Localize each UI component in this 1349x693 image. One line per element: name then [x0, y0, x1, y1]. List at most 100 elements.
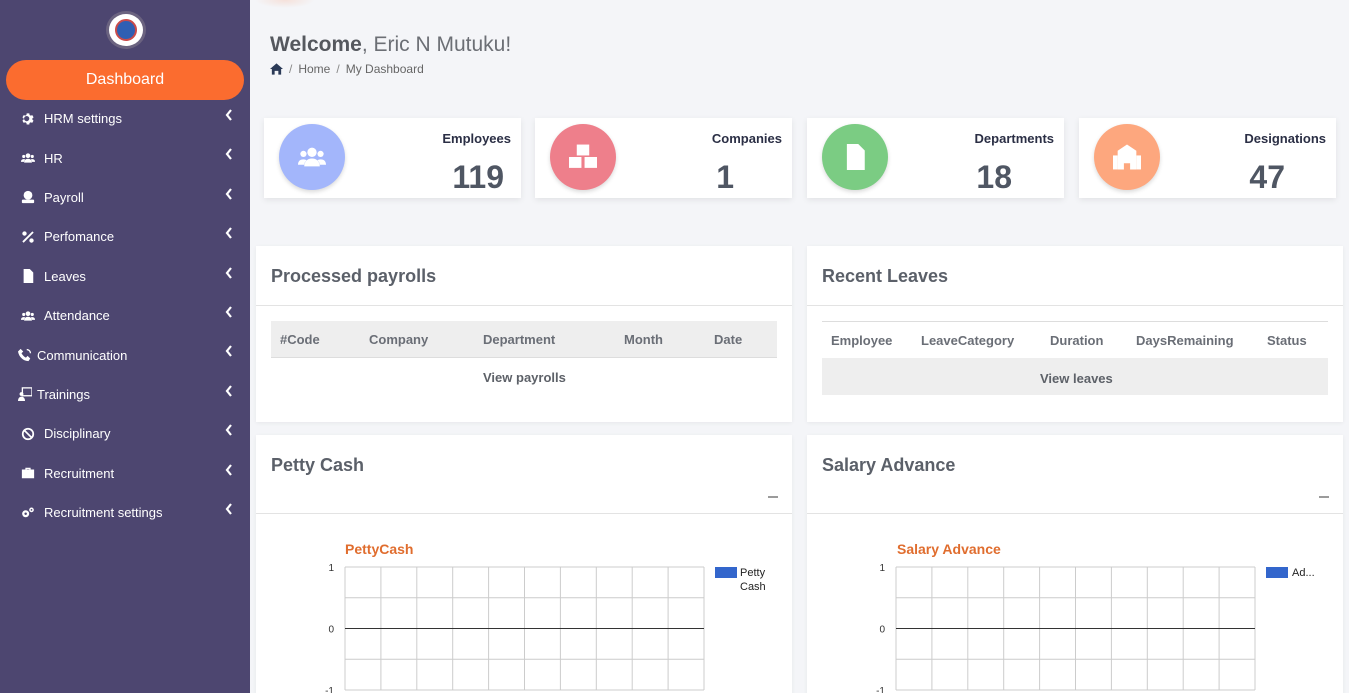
- column-header[interactable]: Date: [714, 332, 742, 347]
- divider: [256, 305, 792, 306]
- trainer-icon: [17, 387, 33, 402]
- sidebar-item-label: Attendance: [44, 308, 110, 324]
- sidebar-nav: HRM settings HR Payroll Perfomance Leave…: [0, 99, 250, 532]
- legend-label: Ad...: [1292, 567, 1315, 579]
- welcome-word: Welcome: [270, 33, 362, 56]
- welcome-user: , Eric N Mutuku!: [361, 33, 512, 56]
- breadcrumb-current: My Dashboard: [345, 62, 424, 76]
- sidebar-item-payroll[interactable]: Payroll: [0, 178, 250, 217]
- sidebar-item-recruitment-settings[interactable]: Recruitment settings: [0, 493, 250, 532]
- sidebar: Dashboard HRM settings HR Payroll Perfom…: [0, 0, 250, 693]
- stat-label: Companies: [711, 131, 782, 146]
- stat-card-departments[interactable]: Departments 18: [807, 118, 1064, 198]
- payroll-icon: [20, 190, 36, 204]
- sidebar-item-label: Disciplinary: [44, 426, 111, 442]
- sidebar-item-label: Recruitment: [44, 465, 115, 481]
- column-header[interactable]: Department: [483, 332, 555, 347]
- sidebar-item-label: HRM settings: [44, 111, 123, 127]
- sidebar-item-leaves[interactable]: Leaves: [0, 257, 250, 296]
- percent-icon: [20, 230, 36, 244]
- briefcase-icon: [20, 466, 36, 480]
- sidebar-item-disciplinary[interactable]: Disciplinary: [0, 414, 250, 453]
- leaves-table-header: Employee LeaveCategory Duration DaysRema…: [822, 321, 1328, 358]
- column-header[interactable]: Employee: [831, 333, 892, 348]
- document-icon: [846, 144, 865, 170]
- stat-value: 119: [452, 159, 504, 195]
- stat-card-employees[interactable]: Employees 119: [264, 118, 521, 198]
- panel-title: Recent Leaves: [822, 266, 949, 286]
- stat-value: 18: [976, 159, 1012, 195]
- page-title: Welcome, Eric N Mutuku!: [270, 33, 511, 57]
- designations-icon-circle: [1094, 124, 1160, 190]
- column-header[interactable]: Duration: [1050, 333, 1103, 348]
- sidebar-item-hrm-settings[interactable]: HRM settings: [0, 99, 250, 138]
- breadcrumb-separator: /: [289, 62, 293, 76]
- companies-icon-circle: [550, 124, 616, 190]
- view-leaves-link[interactable]: View leaves: [1040, 371, 1113, 386]
- chevron-left-icon: [225, 266, 233, 279]
- gears-icon: [20, 506, 36, 520]
- y-tick-label: 0: [879, 625, 885, 636]
- column-header[interactable]: DaysRemaining: [1136, 333, 1234, 348]
- column-header[interactable]: #Code: [280, 332, 320, 347]
- view-payrolls-link[interactable]: View payrolls: [483, 370, 566, 385]
- column-header[interactable]: LeaveCategory: [921, 333, 1014, 348]
- company-logo[interactable]: [106, 11, 146, 49]
- salary-advance-chart: 1 0 -1: [876, 563, 1256, 693]
- chevron-left-icon: [225, 306, 233, 318]
- legend-line: Cash: [740, 581, 766, 593]
- header-decoration: [255, 0, 315, 8]
- users-icon: [20, 151, 36, 165]
- y-tick-label: 0: [328, 625, 334, 636]
- y-tick-label: 1: [879, 563, 885, 574]
- sidebar-item-label: Recruitment settings: [44, 505, 163, 521]
- stat-label: Designations: [1244, 131, 1326, 146]
- y-tick-label: 1: [328, 563, 334, 574]
- chevron-left-icon: [225, 424, 233, 436]
- sidebar-item-label: HR: [44, 150, 63, 166]
- sidebar-item-label: Leaves: [44, 268, 86, 284]
- y-tick-label: -1: [876, 686, 885, 693]
- sidebar-item-recruitment[interactable]: Recruitment: [0, 454, 250, 493]
- boxes-icon: [569, 144, 597, 168]
- building-icon: [1113, 144, 1141, 170]
- users-icon: [20, 309, 36, 323]
- breadcrumb-separator: /: [336, 62, 340, 76]
- legend-label: Petty Cash: [740, 566, 766, 594]
- divider: [807, 305, 1343, 306]
- stat-value: 47: [1249, 159, 1285, 195]
- breadcrumb: / Home / My Dashboard: [270, 62, 424, 76]
- column-header[interactable]: Company: [369, 332, 428, 347]
- legend-swatch: [715, 567, 737, 578]
- sidebar-item-label: Perfomance: [44, 229, 115, 245]
- document-icon: [20, 269, 36, 284]
- chevron-left-icon: [225, 109, 233, 121]
- payrolls-panel: Processed payrolls #Code Company Departm…: [256, 246, 792, 422]
- sidebar-item-communication[interactable]: Communication: [0, 335, 250, 374]
- chevron-left-icon: [225, 227, 233, 239]
- legend-line: Petty: [740, 567, 766, 579]
- home-icon[interactable]: [270, 63, 283, 75]
- chevron-left-icon: [225, 463, 233, 476]
- legend-swatch: [1266, 567, 1288, 578]
- petty-cash-panel: Petty Cash PettyCash 1 0 -1 Petty Cash: [256, 435, 792, 693]
- panel-title: Processed payrolls: [271, 266, 437, 286]
- stat-card-designations[interactable]: Designations 47: [1079, 118, 1336, 198]
- sidebar-item-trainings[interactable]: Trainings: [0, 375, 250, 414]
- stat-label: Employees: [442, 131, 511, 146]
- column-header[interactable]: Month: [624, 332, 663, 347]
- sidebar-item-perfomance[interactable]: Perfomance: [0, 217, 250, 256]
- sidebar-item-attendance[interactable]: Attendance: [0, 296, 250, 335]
- users-icon: [298, 147, 326, 167]
- logo-emblem: [115, 19, 137, 41]
- leaves-panel: Recent Leaves Employee LeaveCategory Dur…: [807, 246, 1343, 422]
- column-header[interactable]: Status: [1267, 333, 1307, 348]
- chevron-left-icon: [225, 148, 233, 161]
- gear-icon: [20, 112, 36, 126]
- sidebar-item-label: Communication: [37, 347, 128, 363]
- salary-advance-panel: Salary Advance Salary Advance 1 0 -1 Ad...: [807, 435, 1343, 693]
- dashboard-button[interactable]: Dashboard: [6, 60, 244, 100]
- stat-card-companies[interactable]: Companies 1: [535, 118, 792, 198]
- breadcrumb-home[interactable]: Home: [298, 62, 330, 76]
- sidebar-item-hr[interactable]: HR: [0, 138, 250, 177]
